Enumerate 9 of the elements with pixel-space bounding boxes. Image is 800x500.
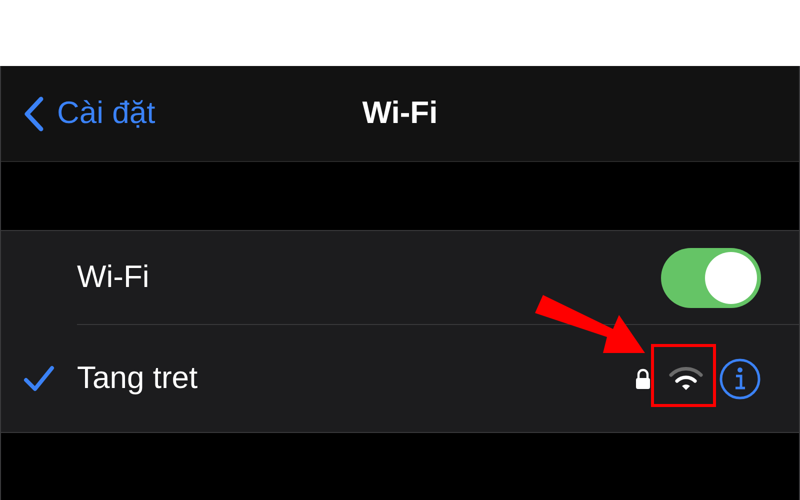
nav-title: Wi-Fi [362, 94, 438, 132]
highlight-box [651, 344, 716, 407]
chevron-left-icon [23, 96, 45, 132]
network-name: Tang tret [77, 359, 199, 398]
checkmark-icon [23, 364, 55, 392]
info-icon[interactable] [719, 358, 761, 400]
back-button[interactable]: Cài đặt [1, 90, 156, 137]
wifi-label: Wi-Fi [77, 258, 150, 296]
wifi-signal-icon [669, 366, 703, 392]
